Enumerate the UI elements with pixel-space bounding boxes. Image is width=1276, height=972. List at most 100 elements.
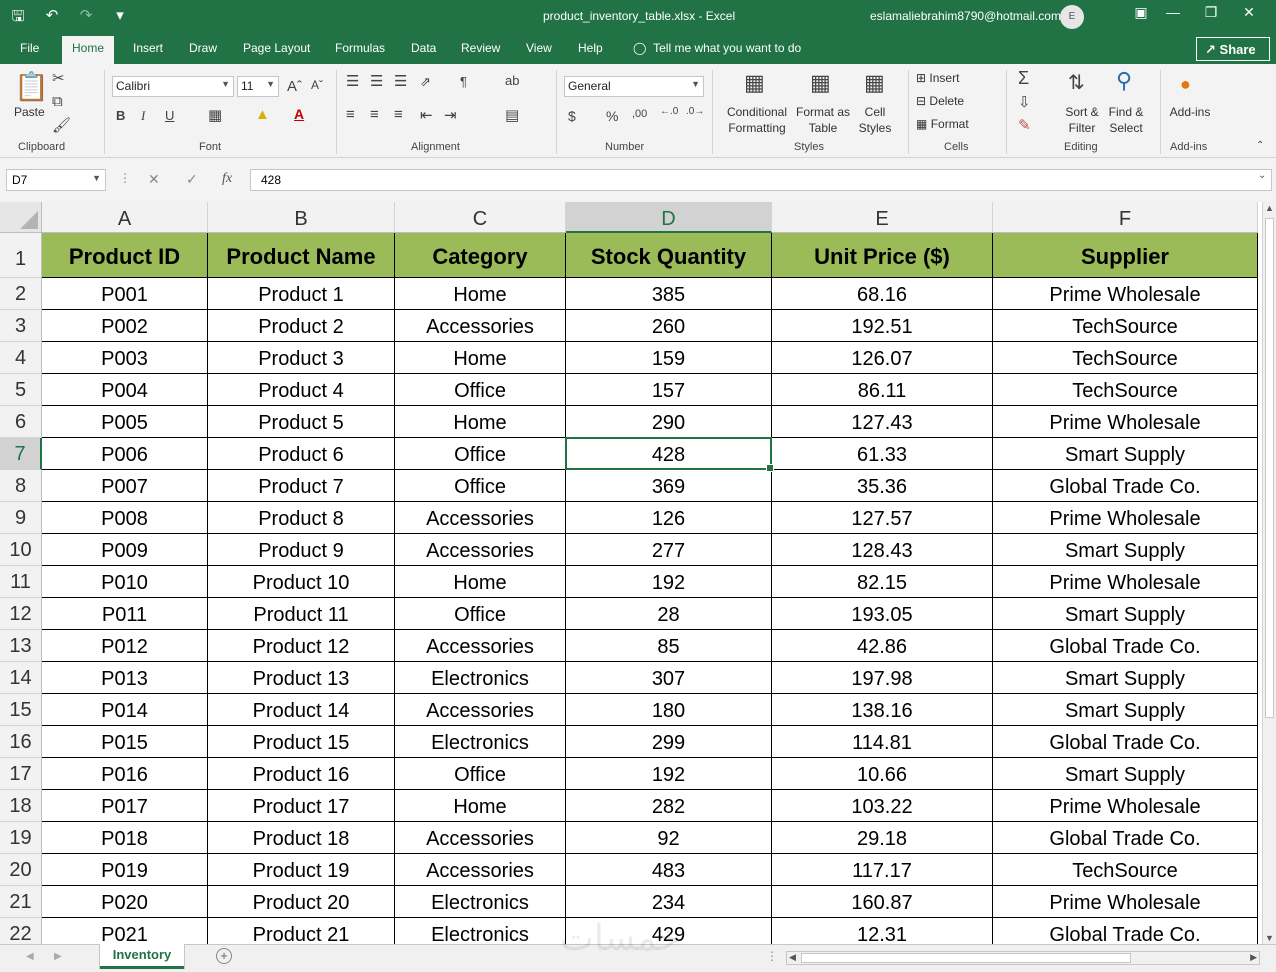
rtl-icon[interactable]: ¶ <box>460 74 467 89</box>
row-header[interactable]: 7 <box>0 438 42 470</box>
font-size-select[interactable]: 11 ▼ <box>237 76 279 97</box>
ribbon-display-icon[interactable]: ▣ <box>1126 4 1156 21</box>
table-cell[interactable]: Smart Supply <box>993 598 1258 630</box>
delete-cells-button[interactable]: ⊟ Delete <box>916 93 964 109</box>
table-cell[interactable]: P002 <box>42 310 208 342</box>
add-sheet-icon[interactable]: + <box>216 948 232 964</box>
table-cell[interactable]: Global Trade Co. <box>993 726 1258 758</box>
find-select-button[interactable]: Find & Select <box>1104 104 1148 136</box>
tab-data[interactable]: Data <box>411 41 436 55</box>
table-cell[interactable]: Global Trade Co. <box>993 630 1258 662</box>
table-cell[interactable]: 483 <box>566 854 772 886</box>
table-cell[interactable]: TechSource <box>993 342 1258 374</box>
split-handle-icon[interactable]: ⋮ <box>766 949 778 963</box>
table-cell[interactable]: 29.18 <box>772 822 993 854</box>
row-header[interactable]: 14 <box>0 662 42 694</box>
align-center-icon[interactable]: ≡ <box>370 106 379 123</box>
top-align-icon[interactable]: ☰ <box>346 72 359 90</box>
table-cell[interactable]: TechSource <box>993 374 1258 406</box>
table-cell[interactable]: Product 4 <box>208 374 395 406</box>
table-cell[interactable]: Prime Wholesale <box>993 886 1258 918</box>
bold-button[interactable]: B <box>116 108 125 123</box>
expand-formula-icon[interactable]: ⌄ <box>1258 170 1266 181</box>
align-right-icon[interactable]: ≡ <box>394 106 403 123</box>
table-cell[interactable]: Electronics <box>395 918 566 944</box>
table-cell[interactable]: 68.16 <box>772 278 993 310</box>
table-cell[interactable]: 28 <box>566 598 772 630</box>
insert-cells-button[interactable]: ⊞ Insert <box>916 70 959 86</box>
table-cell[interactable]: Smart Supply <box>993 438 1258 470</box>
align-left-icon[interactable]: ≡ <box>346 106 355 123</box>
table-cell[interactable]: 299 <box>566 726 772 758</box>
format-as-table-icon[interactable]: ▦ <box>810 70 831 96</box>
table-cell[interactable]: Prime Wholesale <box>993 278 1258 310</box>
cell-styles-icon[interactable]: ▦ <box>864 70 885 96</box>
table-cell[interactable]: Prime Wholesale <box>993 406 1258 438</box>
name-box[interactable]: D7 ▼ <box>6 169 106 191</box>
table-cell[interactable]: Product 15 <box>208 726 395 758</box>
header-cell[interactable]: Product Name <box>208 233 395 278</box>
table-cell[interactable]: Product 21 <box>208 918 395 944</box>
table-cell[interactable]: Office <box>395 438 566 470</box>
table-cell[interactable]: 35.36 <box>772 470 993 502</box>
borders-icon[interactable]: ▦ <box>208 106 222 124</box>
underline-button[interactable]: U <box>165 108 174 123</box>
row-header[interactable]: 17 <box>0 758 42 790</box>
table-cell[interactable]: Home <box>395 566 566 598</box>
row-header[interactable]: 21 <box>0 886 42 918</box>
table-cell[interactable]: 86.11 <box>772 374 993 406</box>
column-header-f[interactable]: F <box>993 202 1258 233</box>
fill-icon[interactable]: ⇩ <box>1018 93 1031 111</box>
restore-icon[interactable]: ❐ <box>1196 4 1226 21</box>
table-cell[interactable]: 159 <box>566 342 772 374</box>
table-cell[interactable]: P013 <box>42 662 208 694</box>
account-email[interactable]: eslamaliebrahim8790@hotmail.com <box>870 9 1061 23</box>
close-icon[interactable]: ✕ <box>1234 4 1264 21</box>
header-cell[interactable]: Product ID <box>42 233 208 278</box>
formula-input[interactable]: 428 <box>250 169 1272 191</box>
table-cell[interactable]: 127.57 <box>772 502 993 534</box>
number-format-select[interactable]: General ▼ <box>564 76 704 97</box>
row-header[interactable]: 19 <box>0 822 42 854</box>
table-cell[interactable]: P005 <box>42 406 208 438</box>
table-cell[interactable]: Smart Supply <box>993 662 1258 694</box>
table-cell[interactable]: 82.15 <box>772 566 993 598</box>
table-cell[interactable]: 193.05 <box>772 598 993 630</box>
table-cell[interactable]: 157 <box>566 374 772 406</box>
row-header[interactable]: 20 <box>0 854 42 886</box>
table-cell[interactable]: Accessories <box>395 694 566 726</box>
enter-icon[interactable]: ✓ <box>186 171 198 188</box>
decrease-indent-icon[interactable]: ⇤ <box>420 106 433 124</box>
row-header[interactable]: 9 <box>0 502 42 534</box>
header-cell[interactable]: Category <box>395 233 566 278</box>
decrease-font-icon[interactable]: Aˇ <box>311 78 323 92</box>
prev-sheet-icon[interactable]: ◀ <box>26 951 34 962</box>
table-cell[interactable]: Electronics <box>395 886 566 918</box>
collapse-ribbon-icon[interactable]: ⌃ <box>1256 140 1264 151</box>
table-cell[interactable]: 290 <box>566 406 772 438</box>
table-cell[interactable]: TechSource <box>993 854 1258 886</box>
table-cell[interactable]: P021 <box>42 918 208 944</box>
table-cell[interactable]: Accessories <box>395 854 566 886</box>
table-cell[interactable]: 85 <box>566 630 772 662</box>
table-cell[interactable]: 180 <box>566 694 772 726</box>
table-cell[interactable]: 126 <box>566 502 772 534</box>
table-cell[interactable]: Product 13 <box>208 662 395 694</box>
horizontal-scrollbar[interactable]: ◀ ▶ <box>786 951 1260 965</box>
table-cell[interactable]: Office <box>395 374 566 406</box>
undo-icon[interactable]: ↶ <box>42 6 62 31</box>
sort-filter-button[interactable]: Sort & Filter <box>1060 104 1104 136</box>
table-cell[interactable]: Home <box>395 342 566 374</box>
table-cell[interactable]: Accessories <box>395 630 566 662</box>
row-header[interactable]: 6 <box>0 406 42 438</box>
table-cell[interactable]: P007 <box>42 470 208 502</box>
tab-formulas[interactable]: Formulas <box>335 41 385 55</box>
table-cell[interactable]: 307 <box>566 662 772 694</box>
table-cell[interactable]: Product 6 <box>208 438 395 470</box>
table-cell[interactable]: TechSource <box>993 310 1258 342</box>
conditional-formatting-icon[interactable]: ▦ <box>744 70 765 96</box>
table-cell[interactable]: P014 <box>42 694 208 726</box>
table-cell[interactable]: 260 <box>566 310 772 342</box>
table-cell[interactable]: Office <box>395 470 566 502</box>
format-as-table-button[interactable]: Format as Table <box>794 104 852 136</box>
